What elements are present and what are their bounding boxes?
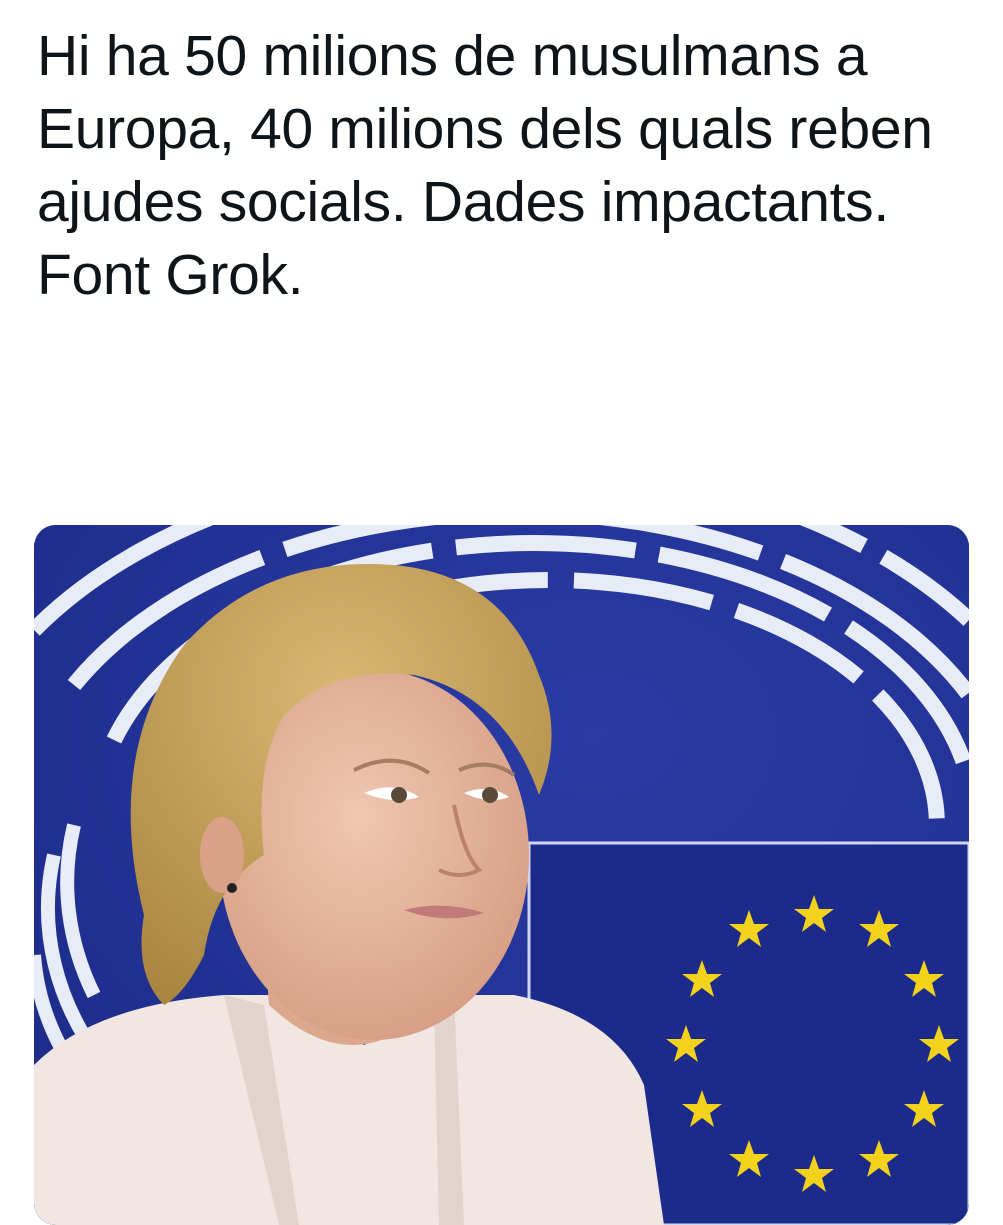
photo-illustration: [34, 525, 969, 1225]
post-image[interactable]: [34, 525, 969, 1225]
post-text: Hi ha 50 milions de musulmans a Europa, …: [37, 24, 933, 307]
